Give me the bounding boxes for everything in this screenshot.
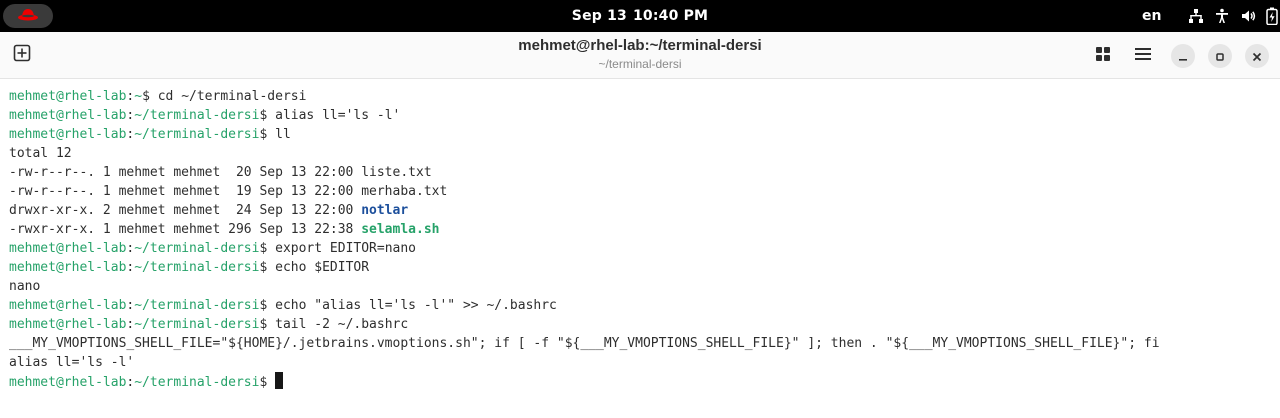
terminal-prompt-line: mehmet@rhel-lab:~$ cd ~/terminal-dersi <box>9 87 1160 106</box>
command-text: cd ~/terminal-dersi <box>157 89 307 104</box>
prompt-symbol: $ <box>259 298 276 313</box>
prompt-user-host: mehmet@rhel-lab <box>9 127 127 142</box>
command-text: tail -2 ~/.bashrc <box>275 317 409 332</box>
terminal-prompt-line: mehmet@rhel-lab:~/terminal-dersi$ echo "… <box>9 296 1160 315</box>
minimize-button[interactable] <box>1171 44 1195 68</box>
battery-icon <box>1266 7 1278 25</box>
language-indicator[interactable]: en <box>1142 0 1161 32</box>
command-text: echo $EDITOR <box>275 260 370 275</box>
window-title: mehmet@rhel-lab:~/terminal-dersi <box>518 37 762 54</box>
text-cursor <box>275 372 284 389</box>
prompt-symbol: $ <box>259 127 276 142</box>
prompt-user-host: mehmet@rhel-lab <box>9 89 127 104</box>
prompt-symbol: $ <box>259 317 276 332</box>
prompt-path: ~/terminal-dersi <box>134 127 260 142</box>
output-text: total 12 <box>9 146 72 161</box>
prompt-symbol: $ <box>259 260 276 275</box>
terminal-output-line: nano <box>9 277 1160 296</box>
clock-date: Sep 13 <box>571 8 627 24</box>
close-icon <box>1252 47 1262 66</box>
command-text: ll <box>275 127 291 142</box>
accessibility-icon <box>1214 8 1230 24</box>
terminal-headerbar: mehmet@rhel-lab:~/terminal-dersi ~/termi… <box>0 32 1280 79</box>
file-name: selamla.sh <box>361 222 440 237</box>
prompt-path: ~/terminal-dersi <box>134 317 260 332</box>
prompt-user-host: mehmet@rhel-lab <box>9 298 127 313</box>
system-status-area[interactable] <box>1188 0 1278 32</box>
terminal-output-line: ___MY_VMOPTIONS_SHELL_FILE="${HOME}/.jet… <box>9 334 1160 353</box>
terminal-output: mehmet@rhel-lab:~$ cd ~/terminal-dersi me… <box>9 87 1160 391</box>
prompt-user-host: mehmet@rhel-lab <box>9 260 127 275</box>
prompt-path: ~/terminal-dersi <box>134 298 260 313</box>
output-text: alias ll='ls -l' <box>9 355 135 370</box>
output-text: nano <box>9 279 41 294</box>
file-metadata: -rwxr-xr-x. 1 mehmet mehmet 296 Sep 13 2… <box>9 222 362 237</box>
terminal-prompt-line: mehmet@rhel-lab:~/terminal-dersi$ echo $… <box>9 258 1160 277</box>
terminal-prompt-line: mehmet@rhel-lab:~/terminal-dersi$ export… <box>9 239 1160 258</box>
prompt-user-host: mehmet@rhel-lab <box>9 241 127 256</box>
terminal-prompt-line: mehmet@rhel-lab:~/terminal-dersi$ alias … <box>9 106 1160 125</box>
clock[interactable]: Sep 13 10:40 PM <box>0 0 1280 32</box>
terminal-output-line: total 12 <box>9 144 1160 163</box>
output-text: ___MY_VMOPTIONS_SHELL_FILE="${HOME}/.jet… <box>9 336 1160 351</box>
terminal-prompt-line: mehmet@rhel-lab:~/terminal-dersi$ tail -… <box>9 315 1160 334</box>
menu-icon <box>1135 46 1151 65</box>
terminal-output-line: -rw-r--r--. 1 mehmet mehmet 19 Sep 13 22… <box>9 182 1160 201</box>
prompt-path: ~/terminal-dersi <box>134 108 260 123</box>
network-icon <box>1188 8 1204 24</box>
file-metadata: -rw-r--r--. 1 mehmet mehmet 19 Sep 13 22… <box>9 184 362 199</box>
terminal-prompt-line: mehmet@rhel-lab:~/terminal-dersi$ <box>9 372 1160 391</box>
volume-icon <box>1240 8 1256 24</box>
top-bar: Sep 13 10:40 PM en <box>0 0 1280 32</box>
file-metadata: drwxr-xr-x. 2 mehmet mehmet 24 Sep 13 22… <box>9 203 362 218</box>
window-subtitle: ~/terminal-dersi <box>598 57 682 71</box>
terminal-output-line: alias ll='ls -l' <box>9 353 1160 372</box>
prompt-path: ~ <box>134 89 143 104</box>
maximize-icon <box>1215 47 1225 66</box>
prompt-user-host: mehmet@rhel-lab <box>9 317 127 332</box>
terminal-view[interactable]: mehmet@rhel-lab:~$ cd ~/terminal-dersi me… <box>0 79 1280 418</box>
main-menu-button[interactable] <box>1131 43 1155 67</box>
prompt-symbol: $ <box>259 108 276 123</box>
prompt-symbol: $ <box>142 89 158 104</box>
command-text: alias ll='ls -l' <box>275 108 401 123</box>
command-text: echo "alias ll='ls -l'" >> ~/.bashrc <box>275 298 557 313</box>
minimize-icon <box>1178 47 1188 66</box>
file-metadata: -rw-r--r--. 1 mehmet mehmet 20 Sep 13 22… <box>9 165 362 180</box>
prompt-path: ~/terminal-dersi <box>134 241 260 256</box>
terminal-output-line: -rw-r--r--. 1 mehmet mehmet 20 Sep 13 22… <box>9 163 1160 182</box>
prompt-symbol: $ <box>259 241 276 256</box>
window-titles: mehmet@rhel-lab:~/terminal-dersi ~/termi… <box>0 36 1280 72</box>
maximize-button[interactable] <box>1208 44 1232 68</box>
prompt-path: ~/terminal-dersi <box>134 375 260 390</box>
terminal-prompt-line: mehmet@rhel-lab:~/terminal-dersi$ ll <box>9 125 1160 144</box>
file-name: notlar <box>361 203 409 218</box>
file-name: liste.txt <box>361 165 432 180</box>
file-name: merhaba.txt <box>361 184 448 199</box>
prompt-user-host: mehmet@rhel-lab <box>9 375 127 390</box>
prompt-path: ~/terminal-dersi <box>134 260 260 275</box>
tab-overview-icon <box>1096 46 1110 65</box>
clock-time: 10:40 PM <box>632 8 709 24</box>
close-button[interactable] <box>1245 44 1269 68</box>
terminal-output-line: -rwxr-xr-x. 1 mehmet mehmet 296 Sep 13 2… <box>9 220 1160 239</box>
command-text: export EDITOR=nano <box>275 241 417 256</box>
terminal-output-line: drwxr-xr-x. 2 mehmet mehmet 24 Sep 13 22… <box>9 201 1160 220</box>
prompt-symbol: $ <box>259 375 276 390</box>
prompt-user-host: mehmet@rhel-lab <box>9 108 127 123</box>
tab-overview-button[interactable] <box>1091 43 1115 67</box>
